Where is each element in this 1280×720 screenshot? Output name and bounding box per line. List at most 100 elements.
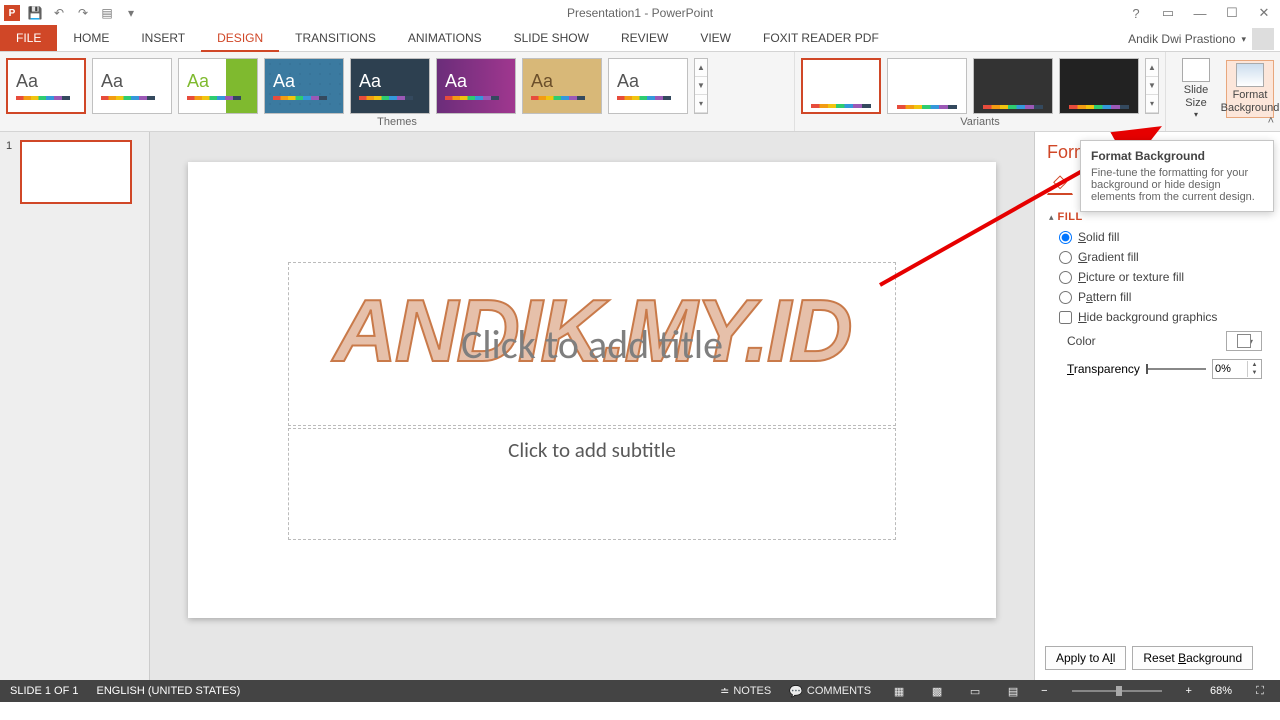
format-background-pane: Forma ◇ ▴ FILL Solid fill Gradient fill … xyxy=(1034,132,1280,680)
hide-graphics-option[interactable]: Hide background graphics xyxy=(1049,307,1266,327)
save-icon[interactable]: 💾 xyxy=(24,2,46,24)
slide-number: 1 xyxy=(6,140,12,152)
slide-size-label: Slide Size xyxy=(1174,84,1218,110)
theme-4[interactable]: Aa xyxy=(264,58,344,114)
tab-foxit[interactable]: FOXIT READER PDF xyxy=(747,25,895,51)
minimize-icon[interactable]: — xyxy=(1188,2,1212,24)
picture-fill-radio[interactable] xyxy=(1059,271,1072,284)
window-title: Presentation1 - PowerPoint xyxy=(567,6,713,20)
themes-more[interactable]: ▲▼▾ xyxy=(694,58,708,114)
start-icon[interactable]: ▤ xyxy=(96,2,118,24)
spin-up-icon[interactable]: ▲ xyxy=(1247,361,1261,369)
picture-fill-option[interactable]: Picture or texture fill xyxy=(1049,267,1266,287)
comments-button[interactable]: 💬 COMMENTS xyxy=(789,685,871,698)
solid-fill-radio[interactable] xyxy=(1059,231,1072,244)
variants-more[interactable]: ▲▼▾ xyxy=(1145,58,1159,114)
title-placeholder[interactable]: Click to add title xyxy=(288,262,896,426)
tab-home[interactable]: HOME xyxy=(57,25,125,51)
variant-2[interactable] xyxy=(887,58,967,114)
close-icon[interactable]: ✕ xyxy=(1252,2,1276,24)
slide-size-button[interactable]: Slide Size▾ xyxy=(1172,56,1220,122)
color-label: Color xyxy=(1067,334,1096,348)
account-area[interactable]: Andik Dwi Prastiono ▾ xyxy=(1128,28,1274,50)
transparency-slider[interactable] xyxy=(1146,368,1206,370)
notes-button[interactable]: ≐ NOTES xyxy=(720,685,771,698)
account-name: Andik Dwi Prastiono xyxy=(1128,32,1235,46)
hide-graphics-checkbox[interactable] xyxy=(1059,311,1072,324)
solid-fill-option[interactable]: Solid fill xyxy=(1049,227,1266,247)
slide-canvas[interactable]: ANDIK.MY.ID Click to add title Click to … xyxy=(188,162,996,618)
reset-background-button[interactable]: Reset Background xyxy=(1132,646,1253,670)
tooltip-body: Fine-tune the formatting for your backgr… xyxy=(1091,167,1263,203)
avatar[interactable] xyxy=(1252,28,1274,50)
ribbon: Aa Aa Aa Aa Aa Aa Aa Aa ▲▼▾ Themes ▲▼▾ V… xyxy=(0,52,1280,132)
workspace: 1 ANDIK.MY.ID Click to add title Click t… xyxy=(0,132,1280,680)
tab-transitions[interactable]: TRANSITIONS xyxy=(279,25,392,51)
theme-7[interactable]: Aa xyxy=(522,58,602,114)
pattern-fill-option[interactable]: Pattern fill xyxy=(1049,287,1266,307)
format-background-icon xyxy=(1236,63,1264,87)
fill-section-label: FILL xyxy=(1058,211,1083,223)
group-themes-label: Themes xyxy=(6,115,788,129)
account-dropdown-icon[interactable]: ▾ xyxy=(1241,34,1246,45)
slide-thumbnail-1[interactable] xyxy=(20,140,132,204)
fit-slide-icon[interactable]: ⛶ xyxy=(1250,683,1270,699)
theme-6[interactable]: Aa xyxy=(436,58,516,114)
format-background-button[interactable]: Format Background xyxy=(1226,60,1274,118)
zoom-level[interactable]: 68% xyxy=(1210,685,1232,697)
redo-icon[interactable]: ↷ xyxy=(72,2,94,24)
theme-2[interactable]: Aa xyxy=(92,58,172,114)
theme-8[interactable]: Aa xyxy=(608,58,688,114)
language[interactable]: ENGLISH (UNITED STATES) xyxy=(96,685,240,697)
format-background-label: Format Background xyxy=(1221,89,1280,115)
transparency-input[interactable] xyxy=(1213,363,1247,375)
slide-size-icon xyxy=(1182,58,1210,82)
ribbon-tabs: FILE HOME INSERT DESIGN TRANSITIONS ANIM… xyxy=(0,26,1280,52)
tab-file[interactable]: FILE xyxy=(0,25,57,51)
variant-3[interactable] xyxy=(973,58,1053,114)
tab-view[interactable]: VIEW xyxy=(684,25,747,51)
theme-5[interactable]: Aa xyxy=(350,58,430,114)
color-picker-button[interactable] xyxy=(1226,331,1262,351)
group-variants-label: Variants xyxy=(801,115,1159,129)
quick-access-toolbar: 💾 ↶ ↷ ▤ ▾ xyxy=(24,2,142,24)
pattern-fill-radio[interactable] xyxy=(1059,291,1072,304)
tab-animations[interactable]: ANIMATIONS xyxy=(392,25,498,51)
zoom-in-icon[interactable]: + xyxy=(1186,685,1192,697)
transparency-spinner[interactable]: ▲▼ xyxy=(1212,359,1262,379)
gradient-fill-option[interactable]: Gradient fill xyxy=(1049,247,1266,267)
qat-more-icon[interactable]: ▾ xyxy=(120,2,142,24)
theme-office[interactable]: Aa xyxy=(6,58,86,114)
slide-thumbnails-panel: 1 xyxy=(0,132,150,680)
zoom-slider[interactable] xyxy=(1072,690,1162,692)
collapse-icon: ▴ xyxy=(1049,212,1054,223)
theme-3[interactable]: Aa xyxy=(178,58,258,114)
zoom-out-icon[interactable]: − xyxy=(1041,685,1047,697)
tab-review[interactable]: REVIEW xyxy=(605,25,684,51)
maximize-icon[interactable]: ☐ xyxy=(1220,2,1244,24)
sorter-view-icon[interactable]: ▩ xyxy=(927,683,947,699)
transparency-label: Transparency xyxy=(1067,362,1140,376)
tooltip-title: Format Background xyxy=(1091,149,1263,163)
slide-count[interactable]: SLIDE 1 OF 1 xyxy=(10,685,78,697)
slide-editor: ANDIK.MY.ID Click to add title Click to … xyxy=(150,132,1034,680)
spin-down-icon[interactable]: ▼ xyxy=(1247,369,1261,377)
subtitle-placeholder[interactable]: Click to add subtitle xyxy=(288,428,896,540)
variant-1[interactable] xyxy=(801,58,881,114)
tab-insert[interactable]: INSERT xyxy=(125,25,201,51)
tab-design[interactable]: DESIGN xyxy=(201,26,279,52)
reading-view-icon[interactable]: ▭ xyxy=(965,683,985,699)
tab-slideshow[interactable]: SLIDE SHOW xyxy=(498,25,605,51)
ribbon-options-icon[interactable]: ▭ xyxy=(1156,2,1180,24)
help-icon[interactable]: ? xyxy=(1124,2,1148,24)
subtitle-placeholder-text: Click to add subtitle xyxy=(508,437,676,463)
undo-icon[interactable]: ↶ xyxy=(48,2,70,24)
slideshow-view-icon[interactable]: ▤ xyxy=(1003,683,1023,699)
apply-to-all-button[interactable]: Apply to All xyxy=(1045,646,1126,670)
normal-view-icon[interactable]: ▦ xyxy=(889,683,909,699)
gradient-fill-radio[interactable] xyxy=(1059,251,1072,264)
variant-4[interactable] xyxy=(1059,58,1139,114)
status-bar: SLIDE 1 OF 1 ENGLISH (UNITED STATES) ≐ N… xyxy=(0,680,1280,702)
fill-icon[interactable]: ◇ xyxy=(1047,169,1073,195)
collapse-ribbon-icon[interactable]: ˄ xyxy=(1268,115,1274,127)
